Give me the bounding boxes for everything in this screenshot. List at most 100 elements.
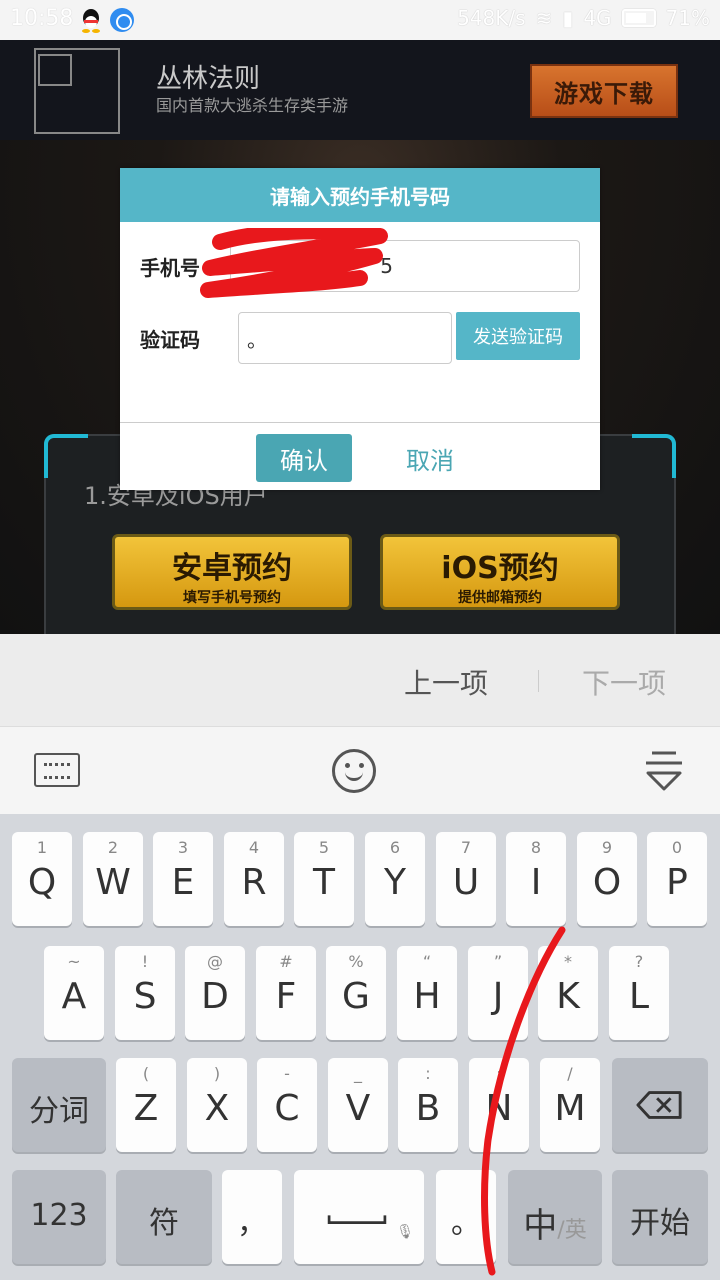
key-a-hint: ~ [67,952,81,971]
key-u[interactable]: 7U [436,832,496,926]
key-m[interactable]: / M [540,1058,600,1152]
space-bar-icon [327,1215,387,1224]
key-o[interactable]: 9O [577,832,637,926]
key-c[interactable]: -C [257,1058,317,1152]
game-download-button[interactable]: 游戏下载 [530,64,678,118]
dialog-title: 请输入预约手机号码 [120,168,600,222]
hide-keyboard-icon[interactable] [644,747,684,797]
key-d-hint: @ [207,952,223,971]
key-f-label: F [275,976,297,1017]
key-e-label: E [171,862,195,903]
signal-icon: ▮ [562,6,574,30]
start-key-label: 开始 [630,1206,690,1241]
key-g[interactable]: % G [326,946,386,1040]
key-p[interactable]: 0P [647,832,707,926]
key-j[interactable]: ” J [468,946,528,1040]
cancel-button[interactable]: 取消 [382,434,478,482]
key-y-label: Y [384,862,406,903]
key-p-label: P [666,862,688,903]
previous-field-button[interactable]: 上一项 [404,662,488,702]
key-e-hint: 3 [177,838,189,857]
key-g-hint: % [348,952,364,971]
key-z[interactable]: (Z [116,1058,176,1152]
key-j-hint: ” [493,952,503,971]
navbar-separator [538,670,539,692]
segment-key[interactable]: 分词 [12,1058,106,1152]
send-code-button[interactable]: 发送验证码 [456,312,580,360]
key-i[interactable]: 8I [506,832,566,926]
key-q[interactable]: 1Q [12,832,72,926]
emoji-icon[interactable] [332,749,376,793]
network-type: 4G [583,6,612,30]
battery-level: 71% [665,6,710,30]
key-w-hint: 2 [107,838,119,857]
key-t-hint: 5 [318,838,330,857]
key-l-label: L [628,976,650,1017]
key-l[interactable]: ? L [609,946,669,1040]
soft-keyboard: 1 Q 2 W 3 E 4 R 5 T 6 Y 7 U 8 I 9 O 0 P ~ A! S @ D # F% G “H” J * K? L(Z… [0,814,720,1280]
key-r[interactable]: 4R [224,832,284,926]
key-r-hint: 4 [248,838,260,857]
ios-reserve-button[interactable]: iOS预约 提供邮箱预约 [380,534,620,610]
key-e[interactable]: 3E [153,832,213,926]
game-ad-banner[interactable]: 丛林法则 国内首款大逃杀生存类手游 游戏下载 [0,40,720,140]
android-reserve-button[interactable]: 安卓预约 填写手机号预约 [112,534,352,610]
backspace-key[interactable] [612,1058,708,1152]
mic-icon: 🎙 [396,1224,414,1240]
ime-toolbar [0,726,720,814]
start-key[interactable]: 开始 [612,1170,708,1264]
key-f[interactable]: # F [256,946,316,1040]
key-u-label: U [452,862,480,903]
language-switch-label: 中/英 [508,1198,602,1247]
key-b-hint: : [425,1064,431,1083]
key-k-hint: * [564,952,572,971]
key-w[interactable]: 2W [83,832,143,926]
network-speed: 548K/s [457,6,526,30]
key-h-hint: “ [422,952,432,971]
key-n-hint: ; [496,1064,502,1083]
key-i-hint: 8 [530,838,542,857]
key-s[interactable]: ! S [115,946,175,1040]
key-p-hint: 0 [671,838,683,857]
key-n[interactable]: ; N [469,1058,529,1152]
wifi-icon: ≋ [535,6,553,30]
status-bar: 10:58 548K/s ≋ ▮ 4G 71% [0,0,720,40]
key-x[interactable]: ) X [187,1058,247,1152]
key-a[interactable]: ~ A [44,946,104,1040]
keyboard-icon[interactable] [34,753,80,787]
comma-key[interactable]: ， [222,1170,282,1264]
game-subtitle: 国内首款大逃杀生存类手游 [156,96,349,115]
comma-key-label: ， [237,1206,267,1241]
numbers-key[interactable]: 123 [12,1170,106,1264]
lang-alt: /英 [557,1218,587,1243]
battery-icon [621,9,656,27]
key-a-label: A [61,976,87,1017]
code-input[interactable]: 。 [238,312,452,364]
key-h[interactable]: “H [397,946,457,1040]
key-c-label: C [274,1088,300,1129]
key-b-label: B [415,1088,441,1129]
key-b[interactable]: :B [398,1058,458,1152]
key-d[interactable]: @ D [185,946,245,1040]
key-t[interactable]: 5T [294,832,354,926]
key-v[interactable]: _ V [328,1058,388,1152]
backspace-icon [636,1091,682,1119]
key-n-label: N [485,1088,513,1129]
confirm-button[interactable]: 确认 [256,434,352,482]
space-key[interactable]: 🎙 [294,1170,424,1264]
game-title: 丛林法则 [156,64,261,94]
language-switch-key[interactable]: 中/英 [508,1170,602,1264]
next-field-button[interactable]: 下一项 [582,662,666,702]
key-v-hint: _ [354,1064,362,1083]
period-key[interactable]: 。 [436,1170,496,1264]
symbol-key[interactable]: 符 [116,1170,212,1264]
key-c-hint: - [284,1064,290,1083]
key-r-label: R [241,862,267,903]
key-k[interactable]: * K [538,946,598,1040]
phone-reservation-dialog: 请输入预约手机号码 手机号 5 验证码 。 发送验证码 确认 取消 [120,168,600,490]
key-v-label: V [345,1088,371,1129]
key-j-label: J [492,976,504,1017]
key-y[interactable]: 6Y [365,832,425,926]
browser-icon [110,8,134,32]
ios-reserve-sub: 提供邮箱预约 [458,590,542,606]
